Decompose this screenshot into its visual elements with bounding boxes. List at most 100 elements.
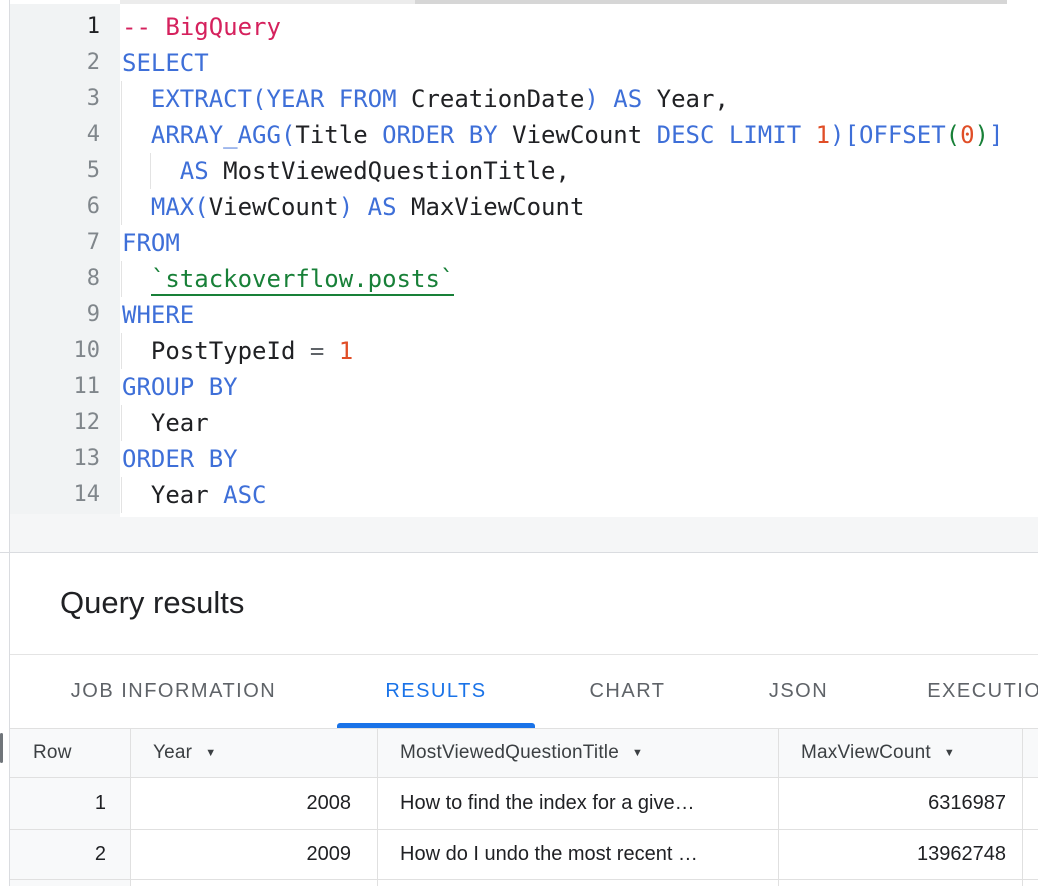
code-token: ) AS [584, 85, 656, 113]
code-line[interactable]: -- BigQuery [120, 9, 1038, 45]
line-number: 2 [10, 45, 120, 81]
code-token: ViewCount [209, 193, 339, 221]
code-line[interactable]: Year ASC [120, 477, 1038, 513]
code-line[interactable]: SELECT [120, 45, 1038, 81]
code-line[interactable]: FROM [120, 225, 1038, 261]
grid-line [9, 879, 1038, 880]
grid-line [9, 829, 1038, 830]
vertical-scrollbar-thumb[interactable] [0, 733, 3, 763]
table-cell: 2008 [130, 778, 377, 829]
sort-arrow-icon[interactable]: ▼ [205, 747, 216, 759]
code-token: `stackoverflow.posts` [151, 265, 454, 296]
sort-arrow-icon[interactable]: ▼ [632, 747, 643, 759]
tab-label: JSON [769, 680, 828, 702]
code-token: SELECT [122, 49, 209, 77]
column-header-label: Row [33, 742, 72, 763]
column-header-year[interactable]: Year ▼ [130, 728, 377, 778]
line-number: 6 [10, 189, 120, 225]
panel-left-border [9, 0, 10, 886]
line-number: 12 [10, 405, 120, 441]
table-cell: How to find the index for a give… [377, 778, 778, 829]
line-number: 10 [10, 333, 120, 369]
line-number: 7 [10, 225, 120, 261]
code-line[interactable]: EXTRACT(YEAR FROM CreationDate) AS Year, [120, 81, 1038, 117]
results-tab-bar: JOB INFORMATION RESULTS CHART JSON EXECUTION… [10, 655, 1038, 728]
tab-chart[interactable]: CHART [535, 655, 720, 728]
column-header-label: MaxViewCount [801, 742, 931, 763]
code-line[interactable]: ORDER BY [120, 441, 1038, 477]
code-token: PostTypeId [151, 337, 310, 365]
code-token: ] [989, 121, 1003, 149]
column-header-mostviewedquestiontitle[interactable]: MostViewedQuestionTitle ▼ [377, 728, 778, 778]
column-header-label: Year [153, 742, 192, 763]
sort-arrow-icon[interactable]: ▼ [944, 747, 955, 759]
code-token: MaxViewCount [411, 193, 584, 221]
code-lines[interactable]: -- BigQuery SELECT EXTRACT(YEAR FROM Crea… [120, 4, 1038, 517]
tab-label: JOB INFORMATION [71, 680, 276, 702]
editor-results-divider [0, 552, 1038, 553]
code-token: MAX( [151, 193, 209, 221]
code-line[interactable]: PostTypeId = 1 [120, 333, 1038, 369]
tab-label: RESULTS [385, 680, 486, 702]
code-token: ) AS [339, 193, 411, 221]
code-token [122, 157, 180, 185]
code-token [122, 121, 151, 149]
code-line[interactable]: ARRAY_AGG(Title ORDER BY ViewCount DESC … [120, 117, 1038, 153]
tab-results[interactable]: RESULTS [337, 655, 535, 728]
code-token: ) [975, 121, 989, 149]
tab-execution-details[interactable]: EXECUTION DETAILS [877, 655, 1038, 728]
code-line[interactable]: Year [120, 405, 1038, 441]
code-token: -- BigQuery [122, 13, 281, 41]
line-number: 1 [10, 9, 120, 45]
code-token [324, 337, 338, 365]
bigquery-panel: 1234567891011121314 -- BigQuerySELECT EX… [0, 0, 1038, 886]
column-header-maxviewcount[interactable]: MaxViewCount ▼ [778, 728, 1023, 778]
code-token: Title [295, 121, 367, 149]
tab-json[interactable]: JSON [720, 655, 877, 728]
code-token: = [310, 337, 324, 365]
column-header-label: MostViewedQuestionTitle [400, 742, 619, 763]
code-token: 0 [960, 121, 974, 149]
code-token: ASC [223, 481, 266, 509]
code-token: CreationDate [411, 85, 584, 113]
line-number: 4 [10, 117, 120, 153]
table-cell: How do I undo the most recent … [377, 830, 778, 879]
code-token: Year [151, 481, 223, 509]
table-cell: 13962748 [778, 830, 1023, 879]
code-token: ( [946, 121, 960, 149]
code-token: ORDER BY [122, 445, 238, 473]
code-token: )[OFFSET [830, 121, 946, 149]
code-line[interactable]: GROUP BY [120, 369, 1038, 405]
column-resize-handle[interactable] [1008, 761, 1020, 773]
table-cell: 6316987 [778, 778, 1023, 829]
column-resize-handle[interactable] [362, 761, 374, 773]
code-token [122, 337, 151, 365]
line-number: 5 [10, 153, 120, 189]
gutter: 1234567891011121314 [10, 4, 120, 514]
line-number: 11 [10, 369, 120, 405]
tab-label: CHART [589, 680, 665, 702]
table-cell: 2009 [130, 830, 377, 879]
query-results-title: Query results [60, 585, 244, 621]
code-token: DESC LIMIT [642, 121, 815, 149]
code-token [122, 193, 151, 221]
code-token: ViewCount [512, 121, 642, 149]
code-token [122, 409, 151, 437]
column-resize-handle[interactable] [763, 761, 775, 773]
code-line[interactable]: MAX(ViewCount) AS MaxViewCount [120, 189, 1038, 225]
code-line[interactable]: AS MostViewedQuestionTitle, [120, 153, 1038, 189]
code-token: Year [151, 409, 209, 437]
code-token: ORDER BY [368, 121, 513, 149]
code-token: 1 [339, 337, 353, 365]
code-token [122, 85, 151, 113]
tab-label: EXECUTION DETAILS [927, 680, 1038, 702]
line-number: 3 [10, 81, 120, 117]
code-token: GROUP BY [122, 373, 238, 401]
column-header-row[interactable]: Row [9, 728, 130, 778]
tab-job-information[interactable]: JOB INFORMATION [10, 655, 337, 728]
code-line[interactable]: WHERE [120, 297, 1038, 333]
column-resize-handle[interactable] [115, 761, 127, 773]
code-line[interactable]: `stackoverflow.posts` [120, 261, 1038, 297]
line-number: 13 [10, 441, 120, 477]
line-number: 8 [10, 261, 120, 297]
